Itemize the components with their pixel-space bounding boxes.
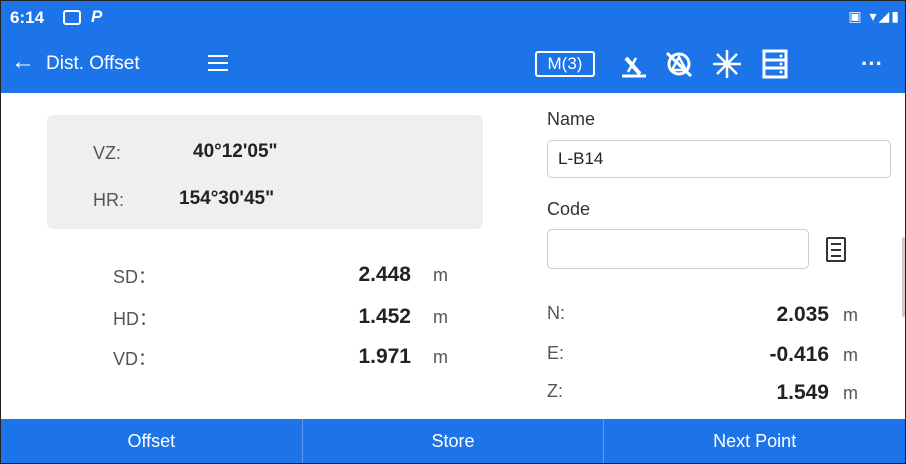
sd-label: SD：: [113, 267, 157, 287]
hr-value: 154°30'45": [179, 188, 275, 209]
e-unit: m: [843, 345, 858, 365]
z-value: 1.549: [776, 381, 829, 404]
sd-unit: m: [433, 265, 448, 285]
gallery-icon: [63, 10, 81, 25]
bottom-action-bar: Offset Store Next Point: [1, 419, 905, 463]
n-value: 2.035: [776, 303, 829, 326]
vd-label: VD：: [113, 349, 157, 369]
vz-label: VZ:: [93, 143, 122, 163]
laser-pointer-icon[interactable]: [618, 48, 650, 80]
store-button[interactable]: Store: [303, 419, 605, 463]
hr-label: HR:: [93, 190, 124, 210]
memory-button[interactable]: M(3): [535, 51, 595, 77]
prism-off-icon[interactable]: [663, 48, 695, 80]
e-label: E:: [547, 343, 565, 363]
scrollbar[interactable]: [902, 237, 905, 317]
z-label: Z:: [547, 381, 563, 401]
signal-battery-icon: ▣ ▾◢▮: [848, 8, 901, 24]
name-field[interactable]: L-B14: [547, 140, 891, 178]
status-time: 6:14: [10, 8, 45, 27]
next-point-button[interactable]: Next Point: [604, 419, 905, 463]
back-icon[interactable]: ←: [11, 47, 35, 77]
hd-value: 1.452: [358, 305, 411, 328]
menu-icon[interactable]: [208, 55, 228, 71]
z-unit: m: [843, 383, 858, 403]
code-list-icon[interactable]: [826, 237, 846, 262]
laser-star-icon[interactable]: [711, 48, 743, 80]
hd-unit: m: [433, 307, 448, 327]
n-unit: m: [843, 305, 858, 325]
code-label: Code: [547, 199, 591, 219]
vd-unit: m: [433, 347, 448, 367]
hd-label: HD：: [113, 309, 157, 329]
status-bar: 6:14 P ▣ ▾◢▮: [1, 1, 905, 35]
vd-value: 1.971: [358, 345, 411, 368]
vz-value: 40°12'05": [193, 141, 278, 162]
parking-icon: P: [91, 7, 103, 26]
offset-button[interactable]: Offset: [1, 419, 303, 463]
more-icon[interactable]: ···: [861, 51, 883, 77]
list-icon[interactable]: [759, 48, 791, 80]
n-label: N:: [547, 303, 565, 323]
angle-panel: VZ: 40°12'05" HR: 154°30'45": [47, 115, 483, 229]
code-field[interactable]: [547, 229, 809, 269]
page-title: Dist. Offset: [46, 53, 140, 74]
e-value: -0.416: [769, 343, 829, 366]
sd-value: 2.448: [358, 263, 411, 286]
name-label: Name: [547, 109, 596, 129]
app-screen: 6:14 P ▣ ▾◢▮ ← Dist. Offset M(3) ··· VZ:…: [0, 0, 906, 464]
app-bar: ← Dist. Offset M(3) ···: [1, 35, 905, 93]
